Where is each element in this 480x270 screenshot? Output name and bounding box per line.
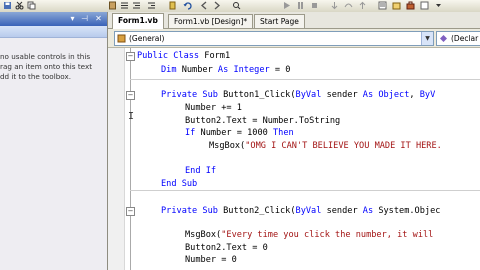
toolbox-message-line: rag an item onto this text <box>0 62 93 71</box>
code-line-10[interactable]: Private Sub Button2_Click(ByVal sender A… <box>161 205 440 217</box>
code-line-9[interactable]: End Sub <box>161 178 197 190</box>
save-icon[interactable] <box>3 1 12 10</box>
tab-form1-vb[interactable]: Form1.vb <box>112 13 164 29</box>
code-line-6[interactable]: If Number = 1000 Then <box>185 127 294 139</box>
toolbox-panel: ▾ ⊣ ✕ no usable controls in this rag an … <box>0 12 108 270</box>
step-over-icon[interactable] <box>344 1 353 10</box>
class-name-dropdown[interactable]: (General) ▼ <box>114 31 434 46</box>
properties-icon[interactable] <box>378 1 387 10</box>
chevron-down-icon[interactable]: ▼ <box>421 32 433 45</box>
document-tabs: Form1.vb Form1.vb [Design]* Start Page <box>108 12 480 29</box>
toolbox-message-line: no usable controls in this <box>0 52 91 61</box>
copy-icon[interactable] <box>27 1 36 10</box>
code-line-4[interactable]: Number += 1 <box>185 102 242 114</box>
undo-icon[interactable] <box>183 1 192 10</box>
paste-icon[interactable] <box>108 1 117 10</box>
indent-icon[interactable] <box>147 1 156 10</box>
code-line-1[interactable]: Public Class Form1 <box>137 50 230 62</box>
comment-icon[interactable] <box>120 1 129 10</box>
dropdown-icon[interactable] <box>434 1 443 10</box>
tab-form1-design[interactable]: Form1.vb [Design]* <box>168 14 254 28</box>
toolbox-message-line: dd it to the toolbox. <box>0 72 71 81</box>
stop-icon[interactable] <box>310 1 319 10</box>
code-line-11[interactable]: MsgBox("Every time you click the number,… <box>185 229 433 241</box>
pause-icon[interactable] <box>296 1 305 10</box>
editor-margin[interactable] <box>108 48 125 270</box>
find-icon[interactable] <box>232 1 241 10</box>
solution-explorer-icon[interactable] <box>392 1 401 10</box>
toolbox-header: ▾ ⊣ ✕ <box>0 12 107 26</box>
dropdown-arrow-icon[interactable]: ▾ <box>68 14 77 23</box>
bookmark-icon[interactable] <box>168 1 177 10</box>
step-into-icon[interactable] <box>330 1 339 10</box>
text-cursor-icon: I <box>128 111 135 122</box>
align-icon[interactable] <box>132 1 141 10</box>
outline-line <box>130 48 131 270</box>
code-line-2[interactable]: Dim Number As Integer = 0 <box>161 64 290 76</box>
collapse-sub2-toggle[interactable]: − <box>126 207 135 216</box>
method-icon <box>440 35 447 42</box>
navigate-back-icon[interactable] <box>200 1 209 10</box>
class-icon <box>117 34 126 43</box>
method-name-dropdown[interactable]: (Declar <box>436 31 480 46</box>
step-out-icon[interactable] <box>358 1 367 10</box>
method-name-value: (Declar <box>451 34 479 43</box>
navigation-bar: (General) ▼ (Declar <box>108 29 480 48</box>
code-line-3[interactable]: Private Sub Button1_Click(ByVal sender A… <box>161 89 435 101</box>
code-line-8[interactable]: End If <box>185 165 216 177</box>
class-name-value: (General) <box>129 34 165 43</box>
navigate-forward-icon[interactable] <box>212 1 221 10</box>
close-icon[interactable]: ✕ <box>94 14 103 23</box>
procedure-separator <box>130 190 480 191</box>
play-icon[interactable] <box>282 1 291 10</box>
tab-start-page[interactable]: Start Page <box>254 14 305 28</box>
code-editor[interactable]: − − − I Public Class Form1 Dim Number As… <box>108 48 480 270</box>
procedure-separator <box>130 79 480 80</box>
code-line-12[interactable]: Button2.Text = 0 <box>185 242 268 254</box>
code-line-5[interactable]: Button2.Text = Number.ToString <box>185 115 340 127</box>
cut-icon[interactable] <box>15 1 24 10</box>
collapse-class-toggle[interactable]: − <box>126 52 135 61</box>
output-icon[interactable] <box>420 1 429 10</box>
toolbox-general-group[interactable] <box>0 26 107 38</box>
collapse-sub1-toggle[interactable]: − <box>126 91 135 100</box>
toolbox-icon[interactable] <box>406 1 415 10</box>
code-line-13[interactable]: Number = 0 <box>185 254 237 266</box>
toolbox-empty-message: no usable controls in this rag an item o… <box>0 52 104 82</box>
pin-icon[interactable]: ⊣ <box>80 14 89 23</box>
code-line-7[interactable]: MsgBox("OMG I CAN'T BELIEVE YOU MADE IT … <box>209 140 442 152</box>
